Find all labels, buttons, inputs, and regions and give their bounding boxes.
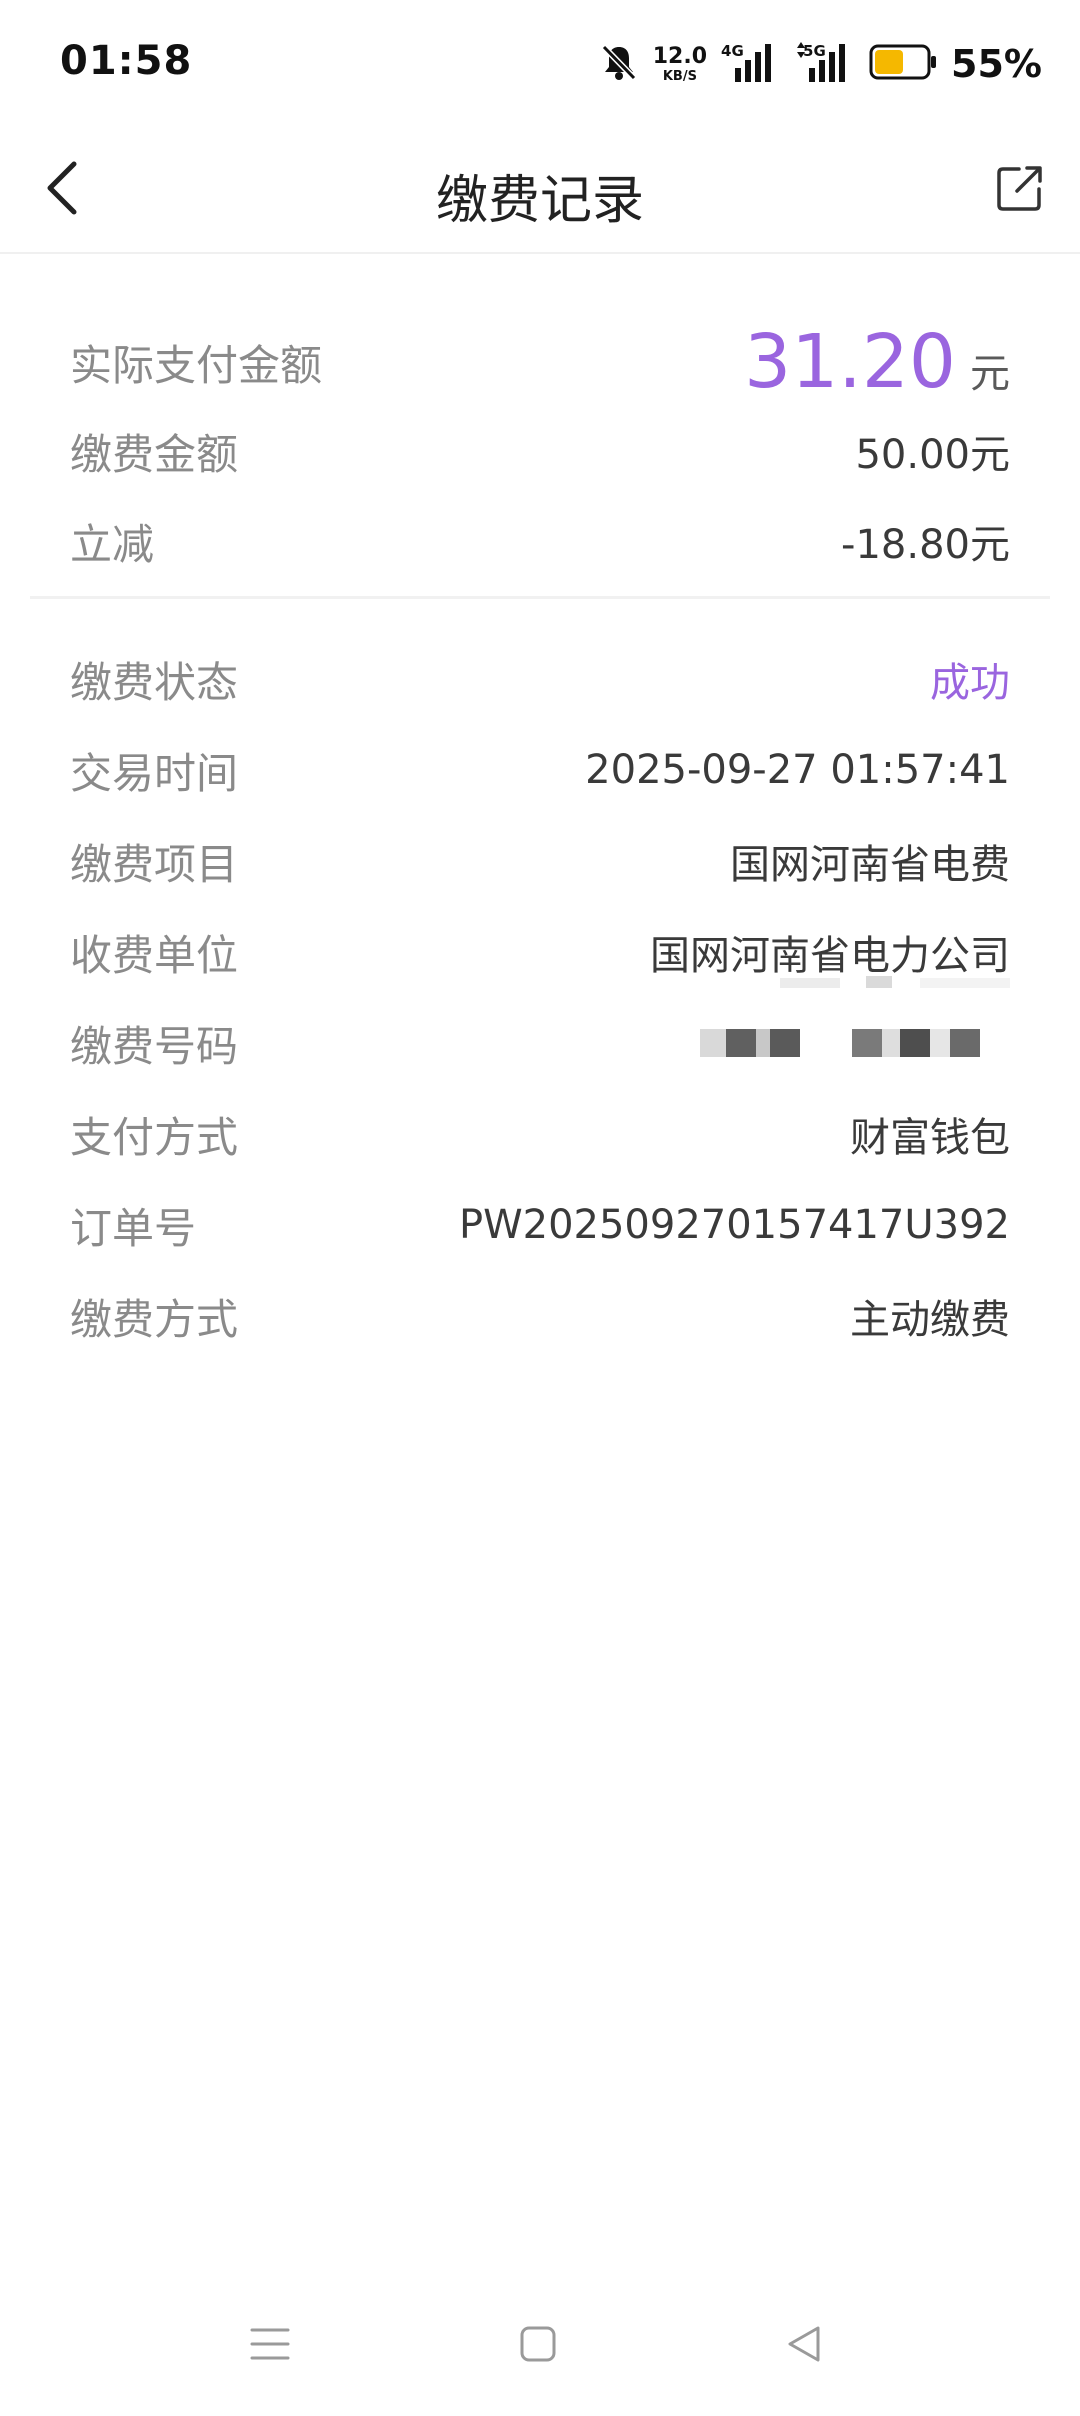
network-speed-unit: KB/S: [662, 68, 697, 84]
actual-amount-row: 实际支付金额 31.20 元: [70, 316, 1010, 408]
account-number-label: 缴费号码: [70, 1021, 239, 1071]
share-button[interactable]: [980, 150, 1060, 230]
detail-row-order: 订单号 PW202509270157417U392: [70, 1190, 1010, 1260]
payment-method-label: 支付方式: [70, 1112, 239, 1162]
actual-amount-label: 实际支付金额: [70, 340, 323, 390]
back-nav-button[interactable]: [764, 2306, 844, 2386]
detail-row-time: 交易时间 2025-09-27 01:57:41: [70, 735, 1010, 805]
home-button[interactable]: [498, 2306, 578, 2386]
payment-method-value: 财富钱包: [850, 1115, 1010, 1161]
order-number-value: PW202509270157417U392: [458, 1202, 1010, 1248]
header: 缴费记录: [0, 128, 1080, 254]
discount-value: -18.80元: [841, 522, 1010, 568]
actual-amount-value: 31.20: [744, 319, 956, 405]
payment-amount-row: 缴费金额 50.00元: [70, 416, 1010, 486]
payment-type-value: 主动缴费: [850, 1297, 1010, 1343]
recent-apps-button[interactable]: [230, 2306, 310, 2386]
battery-icon: [869, 44, 937, 84]
network-speed-value: 12.0: [652, 43, 708, 69]
detail-row-payment-type: 缴费方式 主动缴费: [70, 1281, 1010, 1351]
signal-5g-icon: 5G: [795, 42, 855, 86]
battery-percent: 55%: [951, 42, 1042, 86]
detail-row-payment-method: 支付方式 财富钱包: [70, 1099, 1010, 1169]
payment-amount-label: 缴费金额: [70, 429, 239, 479]
share-icon: [995, 163, 1045, 217]
discount-label: 立减: [70, 519, 155, 569]
system-nav-bar: [0, 2276, 1080, 2416]
payment-status-label: 缴费状态: [70, 657, 239, 707]
actual-amount: 31.20 元: [744, 319, 1010, 405]
payment-status-value: 成功: [930, 660, 1010, 706]
section-divider: [30, 596, 1050, 599]
billing-company-label: 收费单位: [70, 930, 239, 980]
transaction-time-label: 交易时间: [70, 748, 239, 798]
detail-row-status: 缴费状态 成功: [70, 644, 1010, 714]
home-square-icon: [518, 2324, 558, 2368]
payment-item-label: 缴费项目: [70, 839, 239, 889]
status-bar: 01:58 12.0 KB/S 4G 5G 55%: [0, 0, 1080, 128]
order-number-label: 订单号: [70, 1203, 197, 1253]
page-title: 缴费记录: [435, 171, 644, 231]
menu-icon: [248, 2324, 292, 2368]
detail-row-account: 缴费号码: [70, 1008, 1010, 1078]
status-time: 01:58: [60, 38, 193, 84]
discount-row: 立减 -18.80元: [70, 506, 1010, 576]
blurred-remnant: [780, 976, 1020, 990]
detail-row-item: 缴费项目 国网河南省电费: [70, 826, 1010, 896]
back-triangle-icon: [784, 2324, 824, 2368]
payment-item-value: 国网河南省电费: [730, 842, 1010, 888]
payment-amount-value: 50.00元: [855, 432, 1010, 478]
payment-type-label: 缴费方式: [70, 1294, 239, 1344]
account-number-masked: [700, 1023, 1010, 1063]
actual-amount-unit: 元: [970, 351, 1010, 397]
transaction-time-value: 2025-09-27 01:57:41: [585, 747, 1010, 793]
billing-company-value: 国网河南省电力公司: [650, 933, 1010, 979]
signal-4g-icon: 4G: [721, 42, 781, 86]
network-speed: 12.0 KB/S: [652, 43, 708, 84]
bell-muted-icon: [599, 42, 639, 86]
status-icons: 12.0 KB/S 4G 5G 55%: [599, 36, 1042, 92]
